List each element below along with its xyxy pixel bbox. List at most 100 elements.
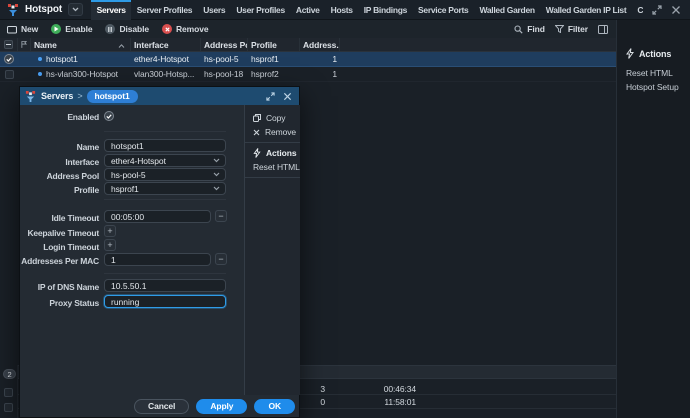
name-input[interactable] — [104, 139, 226, 152]
row-name-cell: hs-vlan300-Hotspot — [31, 69, 131, 79]
column-header-addresses[interactable]: Address... — [300, 38, 340, 51]
row-checkbox[interactable] — [4, 388, 13, 397]
row-checkbox[interactable] — [4, 403, 13, 412]
enabled-checkbox[interactable] — [104, 111, 114, 121]
tab-walled-garden[interactable]: Walled Garden — [474, 0, 540, 20]
new-button[interactable]: New — [7, 24, 38, 34]
addresses-per-mac-label: Addresses Per MAC — [20, 256, 99, 266]
status-dot — [38, 72, 42, 76]
sort-asc-icon — [118, 40, 125, 50]
address-pool-label: Address Pool — [20, 171, 99, 181]
column-header-address-pool[interactable]: Address Pool — [201, 38, 248, 51]
select-all-checkbox[interactable] — [0, 38, 18, 51]
flag-icon — [21, 40, 27, 49]
row-name-cell: hotspot1 — [31, 54, 131, 64]
idle-timeout-label: Idle Timeout — [20, 213, 99, 223]
addresses-per-mac-input[interactable] — [104, 253, 211, 266]
idle-timeout-input[interactable] — [104, 210, 211, 223]
enable-button[interactable]: Enable — [51, 24, 92, 34]
clipped-cell-text: 3 — [301, 384, 325, 394]
actions-menu-header: Actions — [245, 146, 300, 160]
filter-button[interactable]: Filter — [555, 24, 588, 34]
flag-column-header[interactable] — [18, 38, 31, 51]
proxy-status-label: Proxy Status — [20, 298, 99, 308]
time-cell: 11:58:01 — [348, 397, 416, 407]
addresses-per-mac-remove-button[interactable]: − — [215, 253, 227, 265]
remove-icon — [162, 24, 172, 34]
row-checkbox[interactable] — [0, 70, 18, 79]
column-header-profile[interactable]: Profile — [248, 38, 300, 51]
login-timeout-label: Login Timeout — [20, 242, 99, 252]
window-titlebar: Hotspot Servers Server Profiles Users Us… — [0, 0, 690, 20]
expand-icon[interactable] — [652, 5, 662, 15]
tab-server-profiles[interactable]: Server Profiles — [131, 0, 198, 20]
column-header-name[interactable]: Name — [31, 38, 131, 51]
row-profile-cell: hsprof1 — [248, 54, 300, 64]
ip-of-dns-name-label: IP of DNS Name — [20, 282, 99, 292]
close-icon[interactable] — [671, 5, 681, 15]
action-reset-html[interactable]: Reset HTML — [626, 68, 673, 78]
count-badge: 2 — [3, 369, 16, 379]
close-icon[interactable] — [283, 92, 292, 101]
address-pool-select[interactable]: hs-pool-5 — [104, 168, 226, 181]
tab-cookies[interactable]: Cookies — [632, 0, 643, 20]
row-interface-cell: ether4-Hotspot — [131, 54, 201, 64]
row-checkbox-checked[interactable] — [0, 54, 18, 64]
tab-servers[interactable]: Servers — [91, 0, 131, 20]
tab-ip-bindings[interactable]: IP Bindings — [358, 0, 412, 20]
action-hotspot-setup[interactable]: Hotspot Setup — [626, 82, 679, 92]
column-header-interface[interactable]: Interface — [131, 38, 201, 51]
enable-icon — [51, 24, 61, 34]
breadcrumb-root[interactable]: Servers — [41, 91, 73, 101]
x-icon — [253, 129, 260, 136]
tab-users[interactable]: Users — [198, 0, 231, 20]
keepalive-timeout-label: Keepalive Timeout — [20, 228, 99, 238]
tab-user-profiles[interactable]: User Profiles — [231, 0, 291, 20]
column-header-spacer — [340, 38, 616, 51]
breadcrumb-separator: > — [77, 91, 82, 101]
dialog-controls — [266, 92, 299, 101]
idle-timeout-remove-button[interactable]: − — [215, 210, 227, 222]
ok-button[interactable]: OK — [254, 399, 295, 414]
toolbar-right-group: Find Filter — [514, 20, 608, 38]
ip-of-dns-name-input[interactable] — [104, 279, 226, 292]
tab-service-ports[interactable]: Service Ports — [413, 0, 474, 20]
remove-button[interactable]: Remove — [162, 24, 208, 34]
columns-icon[interactable] — [598, 25, 608, 34]
copy-menu-item[interactable]: Copy — [245, 111, 300, 125]
profile-select[interactable]: hsprof1 — [104, 182, 226, 195]
interface-select[interactable]: ether4-Hotspot — [104, 154, 226, 167]
copy-icon — [253, 114, 261, 122]
filter-icon — [555, 25, 564, 33]
cancel-button[interactable]: Cancel — [134, 399, 189, 414]
expand-icon[interactable] — [266, 92, 275, 101]
menu-separator — [245, 177, 300, 178]
table-row[interactable]: hs-vlan300-Hotspot vlan300-Hotsp... hs-p… — [0, 67, 616, 82]
list-toolbar: New Enable Disable Remove Find Filter — [0, 20, 616, 38]
tab-active[interactable]: Active — [290, 0, 325, 20]
tab-hosts[interactable]: Hosts — [325, 0, 358, 20]
row-address-pool-cell: hs-pool-5 — [201, 54, 248, 64]
dialog-footer: Cancel Apply OK — [20, 395, 299, 417]
remove-menu-item[interactable]: Remove — [245, 125, 300, 139]
tab-walled-garden-ip-list[interactable]: Walled Garden IP List — [540, 0, 632, 20]
window-menu-button[interactable] — [68, 3, 83, 16]
table-row[interactable]: hotspot1 ether4-Hotspot hs-pool-5 hsprof… — [0, 52, 616, 67]
status-dot — [38, 57, 42, 61]
interface-label: Interface — [20, 157, 99, 167]
tab-bar: Servers Server Profiles Users User Profi… — [91, 0, 643, 20]
lightning-icon — [626, 48, 634, 59]
apply-button[interactable]: Apply — [196, 399, 247, 414]
row-address-pool-cell: hs-pool-18 — [201, 69, 248, 79]
proxy-status-input[interactable] — [104, 295, 226, 308]
form-separator — [104, 273, 226, 274]
hotspot-icon — [25, 91, 36, 102]
disable-button[interactable]: Disable — [105, 24, 149, 34]
row-profile-cell: hsprof2 — [248, 69, 300, 79]
find-button[interactable]: Find — [514, 24, 545, 34]
enabled-label: Enabled — [20, 112, 99, 122]
login-timeout-add-button[interactable]: + — [104, 239, 116, 251]
keepalive-timeout-add-button[interactable]: + — [104, 225, 116, 237]
search-icon — [514, 25, 523, 34]
reset-html-menu-item[interactable]: Reset HTML — [245, 160, 300, 174]
